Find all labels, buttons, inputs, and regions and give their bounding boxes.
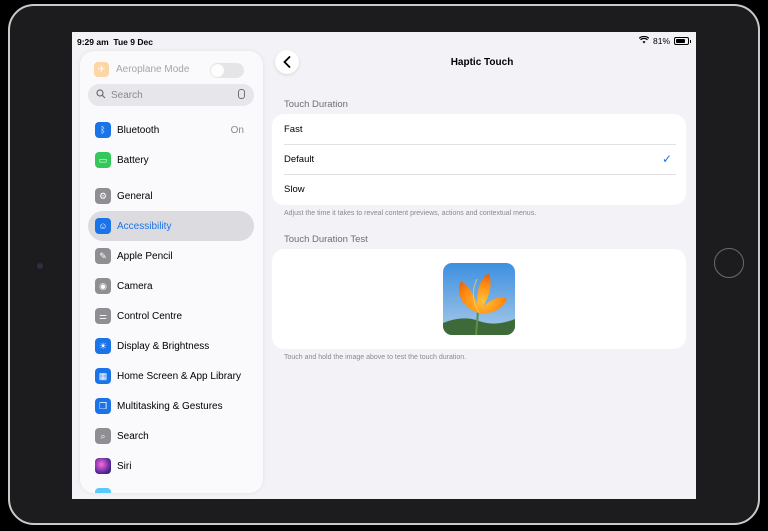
home-button[interactable] (714, 248, 744, 278)
toggles-icon: ⚌ (95, 308, 111, 324)
search-icon (96, 88, 106, 102)
sidebar-item-label: Control Centre (117, 310, 183, 322)
sidebar-item-label: Camera (117, 280, 153, 292)
sidebar-item-label: Aeroplane Mode (116, 64, 190, 75)
sidebar-item-display-brightness[interactable]: ☀ Display & Brightness (88, 331, 254, 361)
sidebar-item-general[interactable]: ⚙ General (88, 181, 254, 211)
accessibility-icon: ☺ (95, 218, 111, 234)
status-right: 81% (638, 35, 691, 46)
test-flower-image[interactable] (443, 263, 515, 335)
section-header-touch-duration: Touch Duration (284, 99, 348, 110)
pencil-icon: ✎ (95, 248, 111, 264)
sidebar-item-airplane[interactable]: ✈ Aeroplane Mode (94, 62, 189, 77)
sidebar-item-siri[interactable]: Siri (88, 451, 254, 481)
screen: 9:29 am Tue 9 Dec 81% ✈ Aeroplane Mode S… (72, 32, 696, 499)
page-title: Haptic Touch (450, 57, 514, 68)
sidebar-item-camera[interactable]: ◉ Camera (88, 271, 254, 301)
touch-test-group (272, 249, 686, 349)
sidebar-item-multitasking[interactable]: ❐ Multitasking & Gestures (88, 391, 254, 421)
sidebar-item-label: Search (117, 430, 149, 442)
microphone-icon[interactable] (238, 89, 245, 99)
wifi-icon (638, 35, 650, 46)
option-label: Fast (284, 123, 303, 135)
option-slow[interactable]: Slow (284, 174, 686, 204)
status-time: 9:29 am Tue 9 Dec (77, 37, 153, 47)
gear-icon: ⚙ (95, 188, 111, 204)
airplane-toggle[interactable] (210, 63, 244, 78)
sidebar-item-partial[interactable] (88, 481, 254, 493)
option-fast[interactable]: Fast (284, 114, 686, 144)
option-default[interactable]: Default ✓ (284, 144, 686, 174)
section-header-touch-test: Touch Duration Test (284, 234, 368, 245)
sidebar-item-bluetooth[interactable]: ᛒ Bluetooth On (88, 115, 254, 145)
camera-icon: ◉ (95, 278, 111, 294)
sidebar: ✈ Aeroplane Mode Search ᛒ Bluetooth On ▭… (80, 51, 263, 493)
front-camera (37, 263, 43, 269)
option-label: Default (284, 153, 315, 165)
home-screen-icon: ▦ (95, 368, 111, 384)
touch-duration-footer: Adjust the time it takes to reveal conte… (284, 210, 537, 217)
sidebar-item-label: Multitasking & Gestures (117, 400, 223, 412)
bluetooth-icon: ᛒ (95, 122, 111, 138)
sidebar-item-label: Home Screen & App Library (117, 370, 241, 382)
battery-icon: ▭ (95, 152, 111, 168)
sidebar-item-label: Battery (117, 154, 149, 166)
sidebar-item-battery[interactable]: ▭ Battery (88, 145, 254, 175)
sidebar-item-label: Bluetooth (117, 124, 160, 136)
status-bar: 9:29 am Tue 9 Dec 81% (72, 32, 696, 50)
sidebar-item-control-centre[interactable]: ⚌ Control Centre (88, 301, 254, 331)
search-icon: ⌕ (95, 428, 111, 444)
battery-icon (674, 37, 691, 45)
wallpaper-icon (95, 488, 111, 493)
sidebar-item-accessibility[interactable]: ☺ Accessibility (88, 211, 254, 241)
sidebar-item-label: Display & Brightness (117, 340, 210, 352)
sidebar-item-label: Apple Pencil (117, 250, 173, 262)
option-label: Slow (284, 183, 305, 195)
sidebar-item-label: General (117, 190, 153, 202)
touch-test-footer: Touch and hold the image above to test t… (284, 354, 467, 361)
sidebar-item-label: Siri (117, 460, 132, 472)
sidebar-item-home-screen[interactable]: ▦ Home Screen & App Library (88, 361, 254, 391)
back-button[interactable] (275, 50, 299, 74)
multitasking-icon: ❐ (95, 398, 111, 414)
search-input[interactable]: Search (88, 84, 254, 106)
sun-icon: ☀ (95, 338, 111, 354)
checkmark-icon: ✓ (661, 152, 672, 166)
touch-duration-group: Fast Default ✓ Slow (272, 114, 686, 205)
battery-percent: 81% (652, 36, 670, 46)
airplane-icon: ✈ (94, 62, 109, 77)
sidebar-item-label: Accessibility (117, 220, 172, 232)
sidebar-item-apple-pencil[interactable]: ✎ Apple Pencil (88, 241, 254, 271)
sidebar-item-search[interactable]: ⌕ Search (88, 421, 254, 451)
sidebar-item-value: On (230, 124, 244, 136)
siri-icon (95, 458, 111, 474)
search-placeholder: Search (111, 89, 143, 101)
chevron-left-icon (283, 56, 291, 68)
